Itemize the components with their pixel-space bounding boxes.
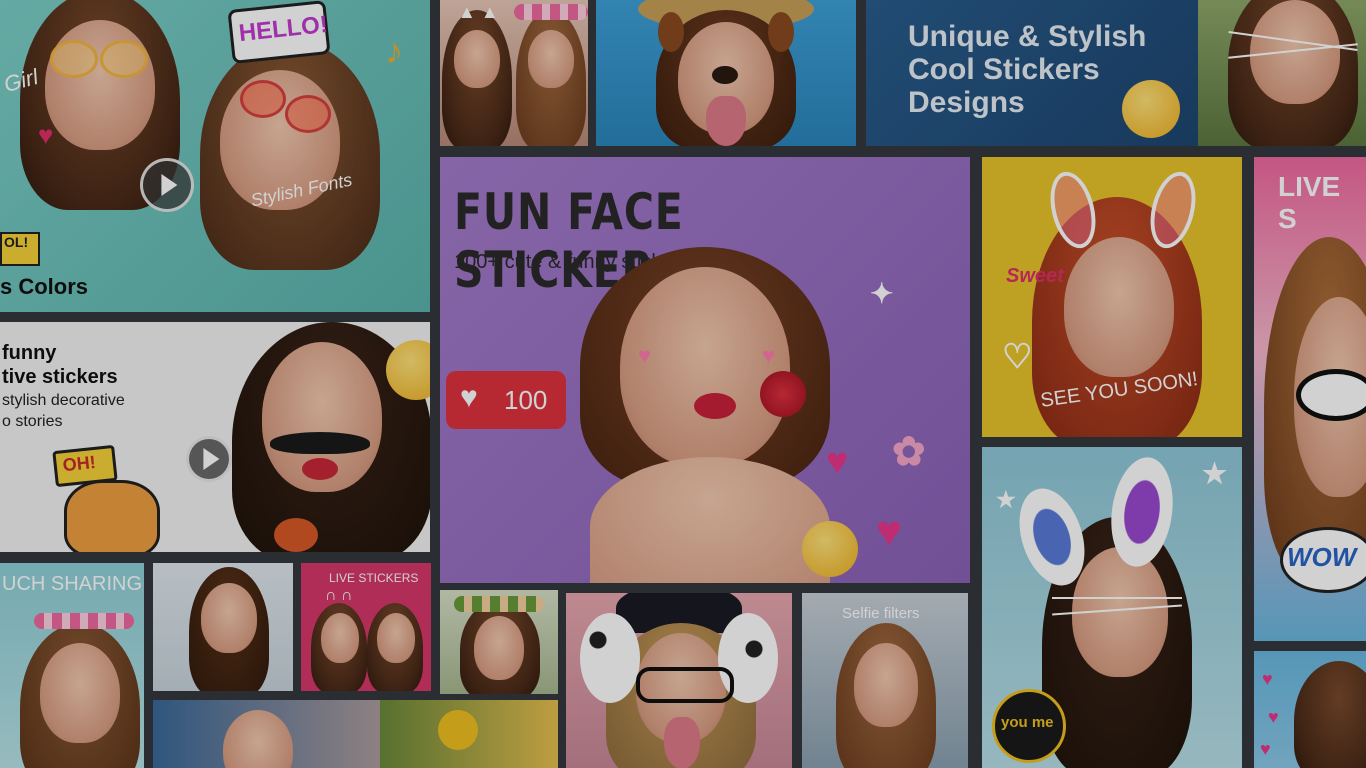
heart-icon: ♥ xyxy=(1262,669,1273,689)
tongue-icon xyxy=(664,717,700,768)
face xyxy=(223,710,293,768)
tile-hearts-girl[interactable]: ♥ ♥ ♥ xyxy=(1254,651,1366,768)
flower-crown-icon xyxy=(514,4,588,20)
play-button[interactable] xyxy=(186,436,232,482)
mustache-icon xyxy=(270,432,370,454)
tile-dog-filter[interactable] xyxy=(596,0,856,146)
lips-icon xyxy=(302,458,338,480)
wink-emoji-icon xyxy=(1122,80,1180,138)
dog-ear-icon xyxy=(768,12,794,52)
heart-icon: ♥ xyxy=(38,120,54,150)
fox-icon xyxy=(274,518,318,552)
you-me-badge: you me xyxy=(992,689,1066,763)
tile-cat-whiskers-girl[interactable] xyxy=(1198,0,1366,146)
face xyxy=(854,643,918,727)
dog-nose-icon xyxy=(712,66,738,84)
tile-flower-crown-girl[interactable] xyxy=(440,590,558,694)
blush-heart-icon: ♥ xyxy=(762,343,776,368)
tile-unique-stickers-banner[interactable]: Unique & Stylish Cool Stickers Designs xyxy=(866,0,1198,146)
heart-icon: ♥ xyxy=(460,381,478,414)
face xyxy=(45,20,155,150)
selfie-filters-label: Selfie filters xyxy=(842,605,920,622)
banner-title-line3: Designs xyxy=(908,86,1025,119)
colors-text: s Colors xyxy=(0,274,89,299)
cool-sticker: OL! xyxy=(0,232,40,266)
dog-ear-icon xyxy=(658,12,684,52)
stories-text: o stories xyxy=(2,413,63,430)
kiss-emoji-icon xyxy=(802,521,858,577)
sharing-text: UCH SHARING xyxy=(2,573,143,595)
lips-icon xyxy=(694,393,736,419)
heart-icon: ♥ xyxy=(1260,739,1271,759)
tile-live-stickers[interactable]: LIVE STICKERS ∩ ∩ xyxy=(301,563,431,691)
face xyxy=(40,643,120,743)
whisker-icon xyxy=(1052,597,1182,599)
heart-icon: ♥ xyxy=(1268,707,1279,727)
wow-bubble: WOW xyxy=(1280,527,1366,593)
face xyxy=(377,613,415,663)
heart-icon: ♥ xyxy=(876,507,903,556)
tile-bunny-ears-sweet[interactable]: Sweet ♡ SEE YOU SOON! xyxy=(982,157,1242,437)
star-icon: ★ xyxy=(1202,458,1228,489)
decorative-text: stylish decorative xyxy=(2,392,125,409)
sweet-text: Sweet xyxy=(1006,265,1064,287)
cat-ears-icon: ▲ ▲ xyxy=(458,2,499,22)
blush-heart-icon: ♥ xyxy=(638,343,652,368)
rose-icon xyxy=(760,371,806,417)
like-count: 100 xyxy=(504,385,548,415)
flower-crown-icon xyxy=(454,596,544,612)
tile-live-stickers-right[interactable]: LIVE S WOW xyxy=(1254,157,1366,641)
funny-text: funny xyxy=(2,342,57,364)
like-badge: ♥ 100 xyxy=(446,371,566,429)
tile-mustache-girl[interactable]: funny tive stickers stylish decorative o… xyxy=(0,322,430,552)
live-stickers-label: LIVE STICKERS xyxy=(329,571,419,585)
hello-sticker: HELLO! xyxy=(237,10,330,48)
star-icon: ★ xyxy=(996,487,1016,512)
sunglasses-icon xyxy=(50,40,98,78)
oh-text: OH! xyxy=(61,451,97,476)
tile-selfie-filters[interactable]: Selfie filters xyxy=(802,593,968,768)
sparkle-icon: ✦ xyxy=(870,278,894,309)
glasses-icon xyxy=(636,667,734,703)
tile-fun-face-sticker[interactable]: FUN FACE STICKER 100+ cute & funny stick… xyxy=(440,157,970,583)
bunny-ears-icon: ∩ ∩ xyxy=(325,587,353,604)
music-note-icon: ♪ xyxy=(385,30,403,71)
tile-selfie-girl[interactable] xyxy=(153,563,293,691)
you-me-text: you me xyxy=(1001,714,1054,731)
hair xyxy=(1294,661,1366,768)
tile-bottom-fruits[interactable] xyxy=(380,700,558,768)
face xyxy=(321,613,359,663)
banner-title-line2: Cool Stickers xyxy=(908,53,1100,86)
face xyxy=(1064,237,1174,377)
tile-two-girls-hello[interactable]: HELLO! ♪ Girl ♥ Stylish Fonts OL! s Colo… xyxy=(0,0,430,312)
tile-flower-crown-girls[interactable]: ▲ ▲ xyxy=(440,0,588,146)
tile-glitter-bunny[interactable]: ★ ★ you me xyxy=(982,447,1242,768)
sunglasses-icon xyxy=(240,80,286,118)
play-button[interactable] xyxy=(140,158,194,212)
heart-outline-icon: ♡ xyxy=(1002,338,1033,376)
tongue-icon xyxy=(706,96,746,146)
dalmatian-ear-icon xyxy=(580,613,640,703)
cat-sticker-icon xyxy=(64,480,160,552)
heart-icon: ♥ xyxy=(826,441,849,483)
face xyxy=(528,30,574,88)
speech-bubble: HELLO! xyxy=(227,0,331,64)
tile-dalmatian-filter[interactable] xyxy=(566,593,792,768)
sunglasses-icon xyxy=(100,40,148,78)
lemon-icon xyxy=(438,710,478,750)
flower-crown-icon xyxy=(34,613,134,629)
stickers-text: tive stickers xyxy=(2,366,118,388)
wow-text: WOW xyxy=(1287,542,1357,572)
banner-title-line1: Unique & Stylish xyxy=(908,20,1147,53)
flower-icon: ✿ xyxy=(892,430,926,474)
face xyxy=(454,30,500,88)
tile-touch-sharing[interactable]: UCH SHARING xyxy=(0,563,144,768)
sunglasses-icon xyxy=(285,95,331,133)
live-text: LIVE S xyxy=(1278,171,1341,234)
face xyxy=(201,583,257,653)
face xyxy=(474,616,524,680)
heart-glasses-icon xyxy=(1296,369,1366,421)
